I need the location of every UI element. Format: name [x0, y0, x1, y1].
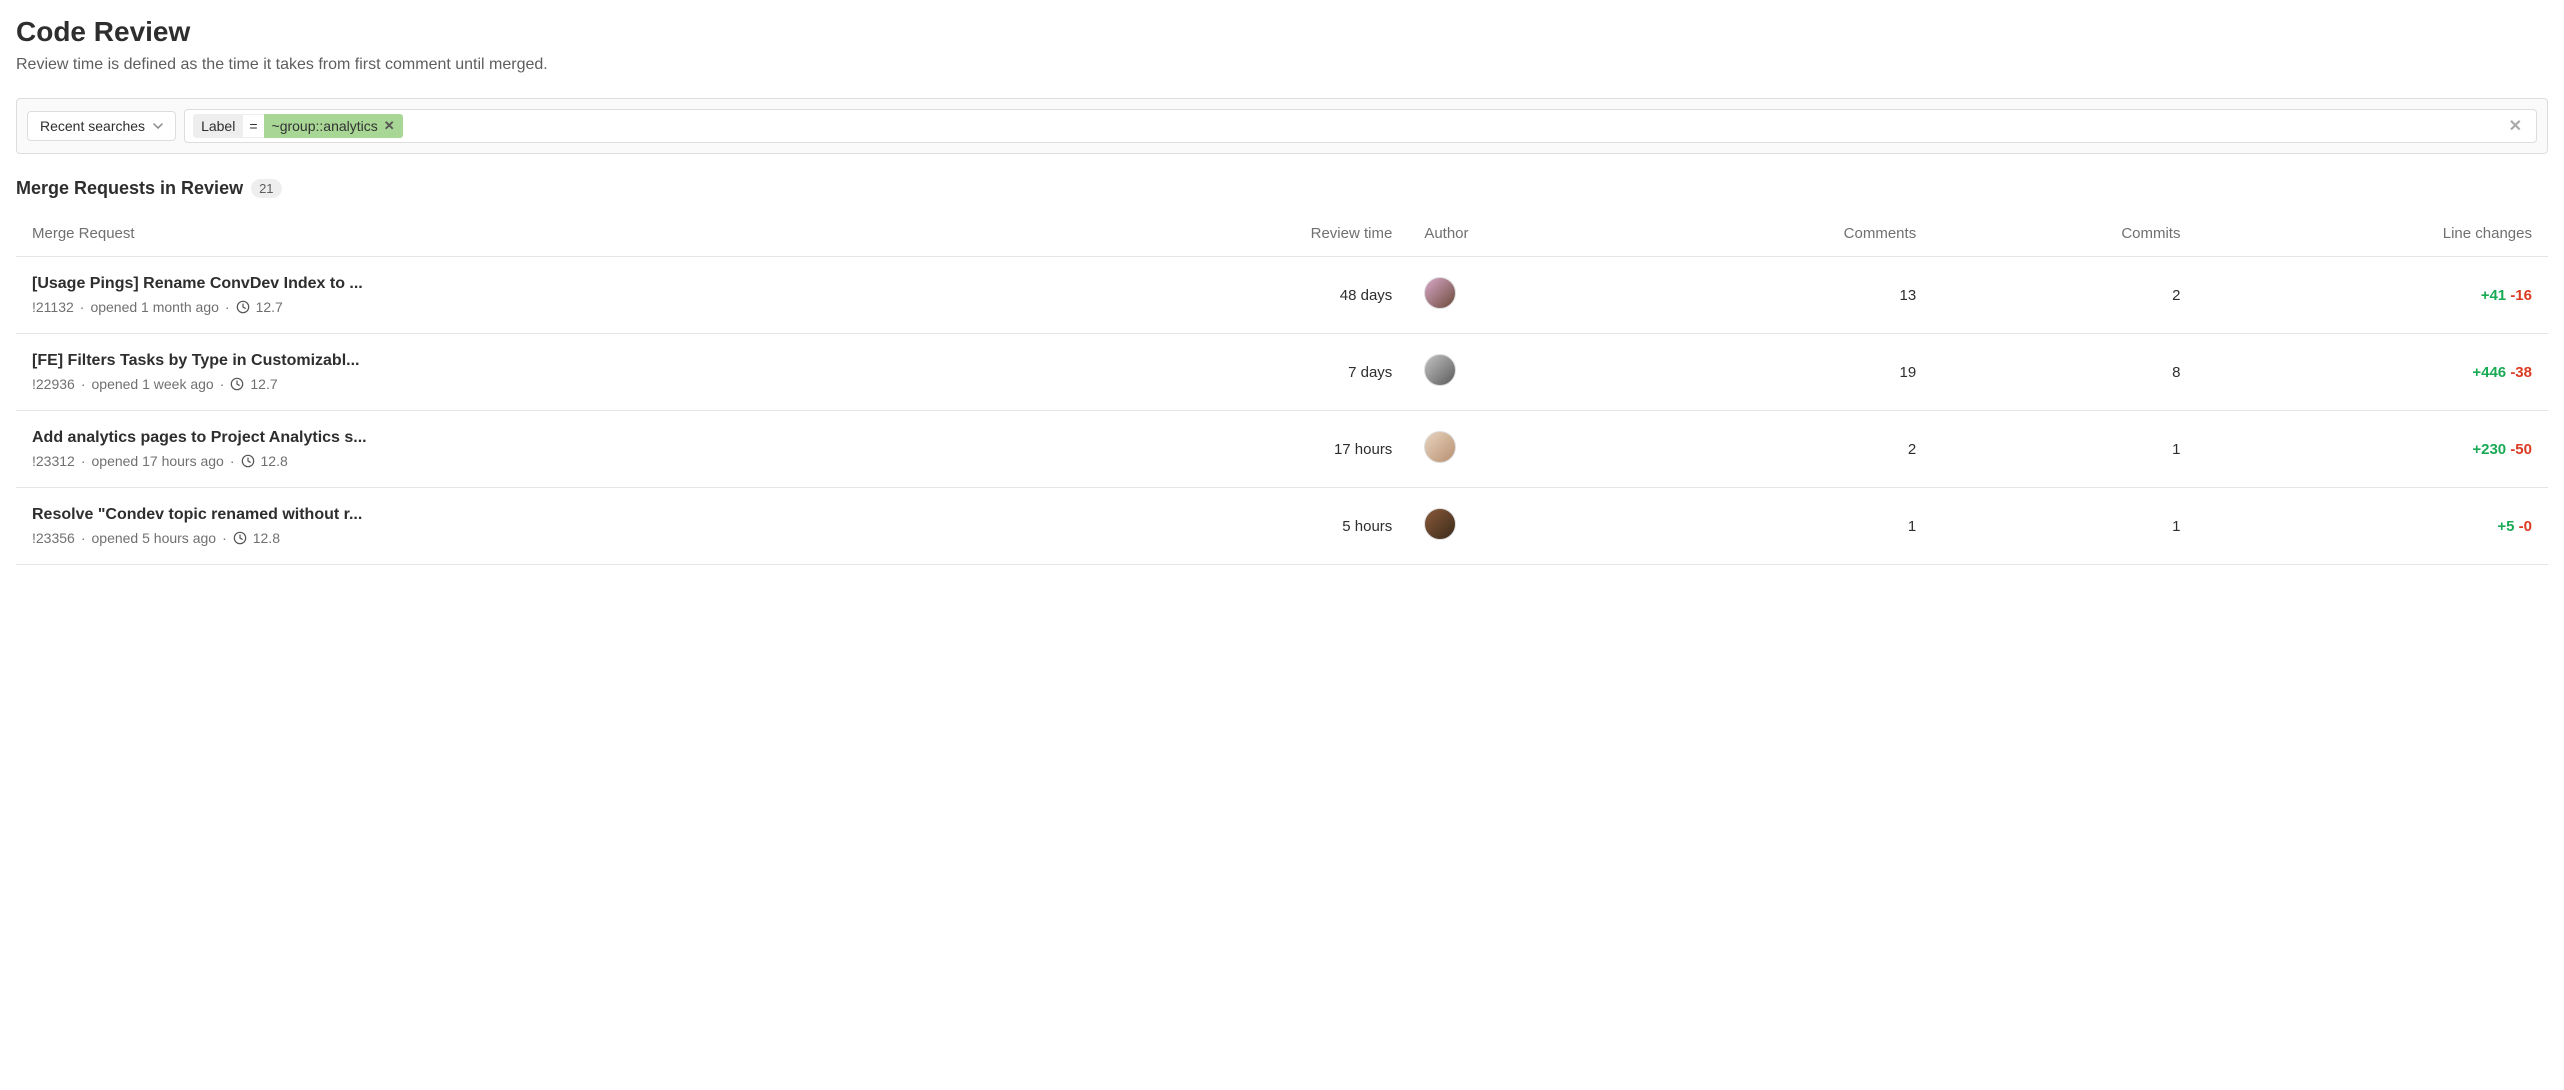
filter-token[interactable]: Label = ~group::analytics ✕	[193, 114, 403, 138]
avatar[interactable]	[1424, 277, 1456, 309]
separator-dot: ·	[81, 530, 86, 546]
table-row[interactable]: [Usage Pings] Rename ConvDev Index to ..…	[16, 257, 2548, 334]
filter-token-key: Label	[193, 114, 243, 138]
table-row[interactable]: Add analytics pages to Project Analytics…	[16, 411, 2548, 488]
commits-cell: 8	[1932, 334, 2196, 411]
separator-dot: ·	[81, 376, 86, 392]
deletions: -50	[2510, 441, 2532, 458]
filter-token-remove-icon[interactable]: ✕	[384, 118, 395, 134]
filter-bar: Recent searches Label = ~group::analytic…	[16, 98, 2548, 154]
review-time-cell: 48 days	[1079, 257, 1409, 334]
mr-title: Add analytics pages to Project Analytics…	[32, 429, 412, 447]
avatar[interactable]	[1424, 508, 1456, 540]
mr-title: [Usage Pings] Rename ConvDev Index to ..…	[32, 275, 412, 293]
section-count-badge: 21	[251, 179, 281, 198]
review-time-cell: 7 days	[1079, 334, 1409, 411]
filter-input[interactable]: Label = ~group::analytics ✕ ✕	[184, 109, 2537, 143]
deletions: -38	[2510, 364, 2532, 381]
mr-opened: opened 1 week ago	[92, 376, 214, 392]
mr-meta: !23356 · opened 5 hours ago · 12.8	[32, 530, 1063, 546]
separator-dot: ·	[225, 299, 230, 315]
comments-cell: 13	[1629, 257, 1932, 334]
deletions: -0	[2519, 518, 2532, 535]
deletions: -16	[2510, 287, 2532, 304]
table-row[interactable]: Resolve "Condev topic renamed without r.…	[16, 488, 2548, 565]
separator-dot: ·	[220, 376, 225, 392]
recent-searches-label: Recent searches	[40, 118, 145, 134]
clock-icon	[230, 377, 244, 391]
mr-id: !21132	[32, 299, 74, 315]
col-header-author: Author	[1408, 211, 1629, 257]
page-title: Code Review	[16, 16, 2548, 48]
col-header-review-time: Review time	[1079, 211, 1409, 257]
comments-cell: 1	[1629, 488, 1932, 565]
table-row[interactable]: [FE] Filters Tasks by Type in Customizab…	[16, 334, 2548, 411]
filter-token-value: ~group::analytics ✕	[264, 114, 403, 138]
col-header-comments: Comments	[1629, 211, 1932, 257]
line-changes-cell: +446 -38	[2196, 334, 2548, 411]
separator-dot: ·	[81, 453, 86, 469]
section-title: Merge Requests in Review	[16, 178, 243, 199]
page-subtitle: Review time is defined as the time it ta…	[16, 56, 2548, 74]
chevron-down-icon	[153, 121, 163, 131]
separator-dot: ·	[222, 530, 227, 546]
mr-opened: opened 17 hours ago	[92, 453, 224, 469]
separator-dot: ·	[230, 453, 235, 469]
separator-dot: ·	[80, 299, 85, 315]
mr-title: [FE] Filters Tasks by Type in Customizab…	[32, 352, 412, 370]
avatar[interactable]	[1424, 431, 1456, 463]
filter-token-value-text: ~group::analytics	[272, 118, 378, 134]
mr-meta: !22936 · opened 1 week ago · 12.7	[32, 376, 1063, 392]
review-time-cell: 17 hours	[1079, 411, 1409, 488]
merge-requests-table: Merge Request Review time Author Comment…	[16, 211, 2548, 565]
clock-icon	[236, 300, 250, 314]
comments-cell: 19	[1629, 334, 1932, 411]
line-changes-cell: +41 -16	[2196, 257, 2548, 334]
mr-opened: opened 1 month ago	[90, 299, 218, 315]
additions: +230	[2472, 441, 2506, 458]
mr-milestone: 12.7	[256, 299, 283, 315]
filter-clear-icon[interactable]: ✕	[2503, 116, 2528, 136]
filter-token-op: =	[243, 114, 263, 138]
commits-cell: 2	[1932, 257, 2196, 334]
mr-id: !23312	[32, 453, 75, 469]
avatar[interactable]	[1424, 354, 1456, 386]
mr-id: !22936	[32, 376, 75, 392]
mr-id: !23356	[32, 530, 75, 546]
mr-meta: !21132 · opened 1 month ago · 12.7	[32, 299, 1063, 315]
additions: +41	[2481, 287, 2506, 304]
col-header-mr: Merge Request	[16, 211, 1079, 257]
section-header: Merge Requests in Review 21	[16, 178, 2548, 199]
line-changes-cell: +5 -0	[2196, 488, 2548, 565]
additions: +446	[2472, 364, 2506, 381]
clock-icon	[241, 454, 255, 468]
commits-cell: 1	[1932, 411, 2196, 488]
mr-title: Resolve "Condev topic renamed without r.…	[32, 506, 412, 524]
clock-icon	[233, 531, 247, 545]
mr-opened: opened 5 hours ago	[92, 530, 217, 546]
mr-milestone: 12.7	[250, 376, 277, 392]
mr-milestone: 12.8	[253, 530, 280, 546]
recent-searches-dropdown[interactable]: Recent searches	[27, 111, 176, 141]
mr-meta: !23312 · opened 17 hours ago · 12.8	[32, 453, 1063, 469]
review-time-cell: 5 hours	[1079, 488, 1409, 565]
comments-cell: 2	[1629, 411, 1932, 488]
col-header-commits: Commits	[1932, 211, 2196, 257]
commits-cell: 1	[1932, 488, 2196, 565]
col-header-line-changes: Line changes	[2196, 211, 2548, 257]
mr-milestone: 12.8	[261, 453, 288, 469]
additions: +5	[2497, 518, 2514, 535]
line-changes-cell: +230 -50	[2196, 411, 2548, 488]
